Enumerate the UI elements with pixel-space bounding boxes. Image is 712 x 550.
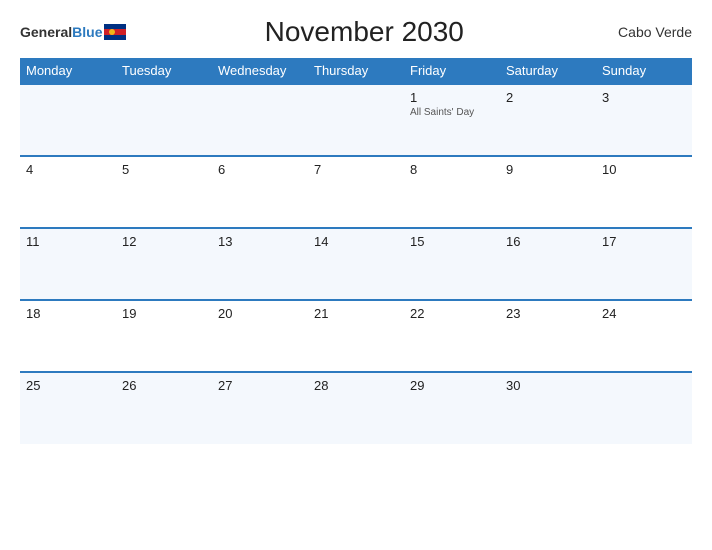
holiday-label: All Saints' Day bbox=[410, 107, 494, 118]
calendar-cell: 21 bbox=[308, 300, 404, 372]
calendar-cell: 25 bbox=[20, 372, 116, 444]
calendar-week-row: 1 All Saints' Day 23 bbox=[20, 84, 692, 156]
calendar-cell: 14 bbox=[308, 228, 404, 300]
calendar-cell: 1 All Saints' Day bbox=[404, 84, 500, 156]
day-number: 1 bbox=[410, 90, 494, 105]
calendar-cell: 28 bbox=[308, 372, 404, 444]
calendar-week-row: 18 19 20 21 22 23 24 bbox=[20, 300, 692, 372]
calendar-body: 1 All Saints' Day 23 456789 10 11 12 13 14 15 16 17… bbox=[20, 84, 692, 444]
calendar-cell bbox=[20, 84, 116, 156]
day-number: 10 bbox=[602, 162, 686, 177]
day-number: 21 bbox=[314, 306, 398, 321]
logo-flag-icon bbox=[104, 24, 126, 40]
day-number: 16 bbox=[506, 234, 590, 249]
calendar-week-row: 25 26 27 28 29 30 bbox=[20, 372, 692, 444]
day-number: 8 bbox=[410, 162, 494, 177]
calendar-cell: 16 bbox=[500, 228, 596, 300]
day-number: 5 bbox=[122, 162, 206, 177]
day-number: 4 bbox=[26, 162, 110, 177]
calendar-cell: 26 bbox=[116, 372, 212, 444]
logo-general-text: General bbox=[20, 24, 72, 40]
calendar-cell: 11 bbox=[20, 228, 116, 300]
day-number: 23 bbox=[506, 306, 590, 321]
day-number: 7 bbox=[314, 162, 398, 177]
calendar-cell: 29 bbox=[404, 372, 500, 444]
day-number: 18 bbox=[26, 306, 110, 321]
day-number: 17 bbox=[602, 234, 686, 249]
col-friday: Friday bbox=[404, 58, 500, 84]
calendar-cell bbox=[212, 84, 308, 156]
col-thursday: Thursday bbox=[308, 58, 404, 84]
col-sunday: Sunday bbox=[596, 58, 692, 84]
calendar-cell: 22 bbox=[404, 300, 500, 372]
day-number: 6 bbox=[218, 162, 302, 177]
day-number: 15 bbox=[410, 234, 494, 249]
col-tuesday: Tuesday bbox=[116, 58, 212, 84]
calendar-cell bbox=[308, 84, 404, 156]
col-wednesday: Wednesday bbox=[212, 58, 308, 84]
calendar-title: November 2030 bbox=[126, 16, 602, 48]
calendar-cell: 2 bbox=[500, 84, 596, 156]
calendar-cell: 23 bbox=[500, 300, 596, 372]
calendar-cell: 13 bbox=[212, 228, 308, 300]
calendar-cell: 6 bbox=[212, 156, 308, 228]
calendar-cell: 3 bbox=[596, 84, 692, 156]
calendar-page: GeneralBlue November 2030 Cabo Verde Mon… bbox=[0, 0, 712, 550]
country-label: Cabo Verde bbox=[602, 24, 692, 40]
calendar-cell: 9 bbox=[500, 156, 596, 228]
calendar-header: GeneralBlue November 2030 Cabo Verde bbox=[20, 16, 692, 48]
day-number: 13 bbox=[218, 234, 302, 249]
col-saturday: Saturday bbox=[500, 58, 596, 84]
calendar-header-row: Monday Tuesday Wednesday Thursday Friday… bbox=[20, 58, 692, 84]
calendar-cell: 15 bbox=[404, 228, 500, 300]
calendar-cell: 17 bbox=[596, 228, 692, 300]
calendar-cell: 8 bbox=[404, 156, 500, 228]
day-number: 3 bbox=[602, 90, 686, 105]
calendar-cell: 5 bbox=[116, 156, 212, 228]
day-number: 22 bbox=[410, 306, 494, 321]
day-number: 14 bbox=[314, 234, 398, 249]
calendar-cell bbox=[596, 372, 692, 444]
day-number: 12 bbox=[122, 234, 206, 249]
day-number: 24 bbox=[602, 306, 686, 321]
calendar-cell: 7 bbox=[308, 156, 404, 228]
calendar-cell: 18 bbox=[20, 300, 116, 372]
day-number: 11 bbox=[26, 234, 110, 249]
calendar-week-row: 11 12 13 14 15 16 17 bbox=[20, 228, 692, 300]
day-number: 2 bbox=[506, 90, 590, 105]
logo-blue-text: Blue bbox=[72, 24, 102, 40]
logo: GeneralBlue bbox=[20, 24, 126, 40]
day-number: 19 bbox=[122, 306, 206, 321]
calendar-cell: 10 bbox=[596, 156, 692, 228]
day-number: 20 bbox=[218, 306, 302, 321]
calendar-cell bbox=[116, 84, 212, 156]
calendar-cell: 27 bbox=[212, 372, 308, 444]
calendar-cell: 4 bbox=[20, 156, 116, 228]
day-number: 28 bbox=[314, 378, 398, 393]
calendar-cell: 30 bbox=[500, 372, 596, 444]
col-monday: Monday bbox=[20, 58, 116, 84]
day-number: 9 bbox=[506, 162, 590, 177]
calendar-cell: 20 bbox=[212, 300, 308, 372]
day-number: 30 bbox=[506, 378, 590, 393]
day-number: 26 bbox=[122, 378, 206, 393]
day-number: 25 bbox=[26, 378, 110, 393]
calendar-cell: 19 bbox=[116, 300, 212, 372]
calendar-table: Monday Tuesday Wednesday Thursday Friday… bbox=[20, 58, 692, 444]
calendar-cell: 12 bbox=[116, 228, 212, 300]
calendar-week-row: 456789 10 bbox=[20, 156, 692, 228]
day-number: 29 bbox=[410, 378, 494, 393]
calendar-cell: 24 bbox=[596, 300, 692, 372]
day-number: 27 bbox=[218, 378, 302, 393]
